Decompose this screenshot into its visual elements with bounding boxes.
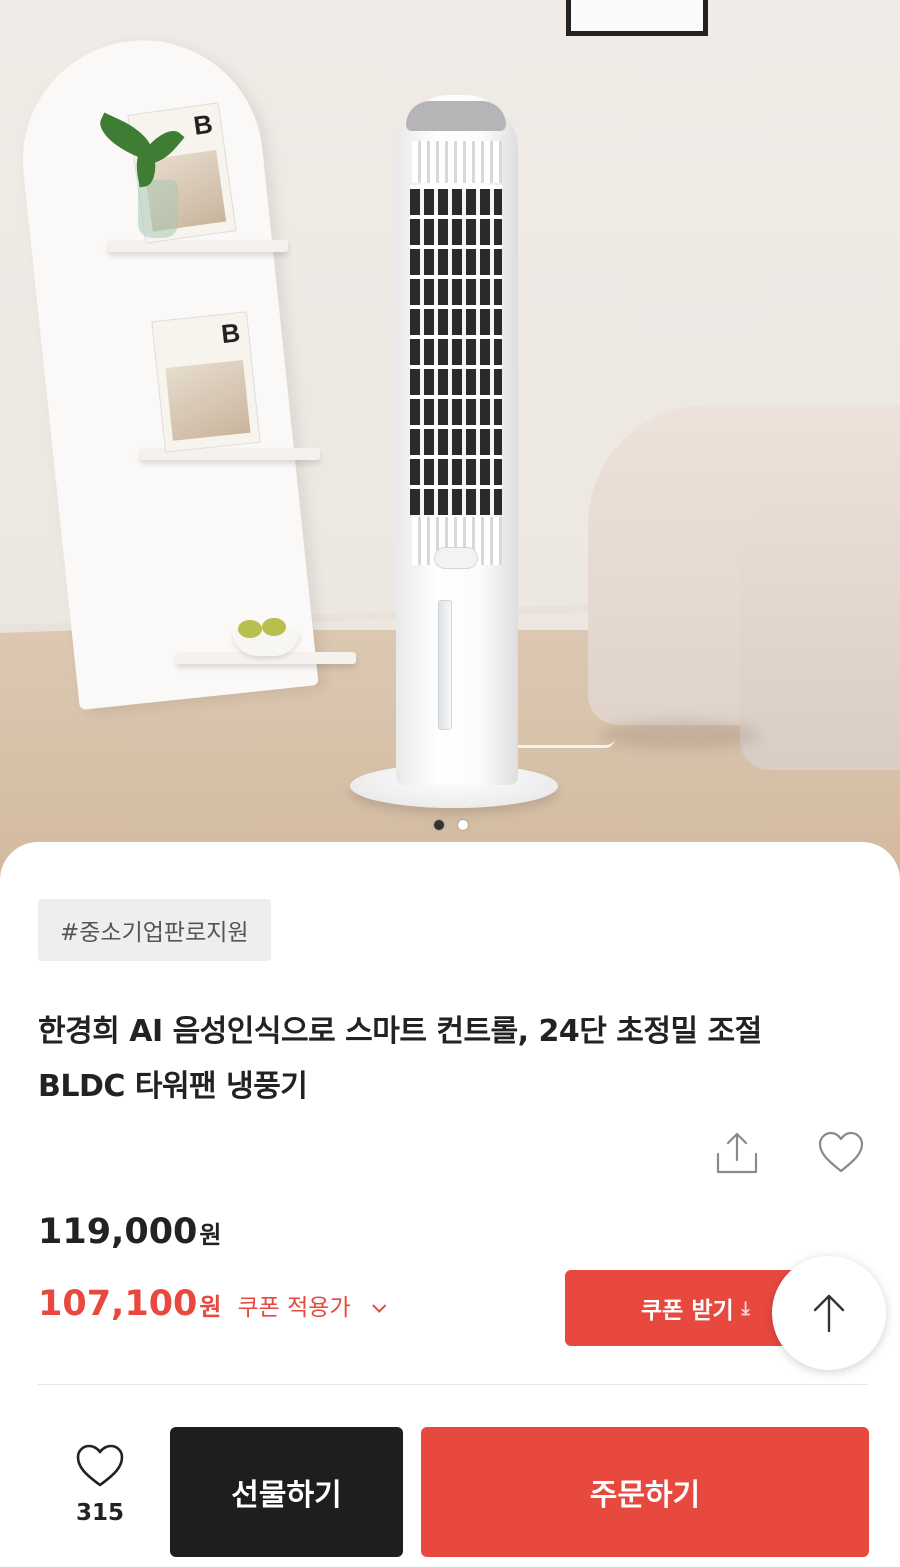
sofa-arm	[740, 480, 900, 770]
currency-unit: 원	[199, 1221, 222, 1249]
fruit	[262, 618, 286, 636]
product-image-gallery[interactable]: B B	[0, 0, 900, 880]
gallery-dot-1[interactable]	[434, 820, 444, 830]
vase	[138, 180, 178, 238]
coupon-note-label: 쿠폰 적용가	[237, 1295, 351, 1321]
heart-icon	[76, 1444, 124, 1487]
original-price: 119,000원	[38, 1212, 222, 1252]
heart-icon[interactable]	[816, 1128, 866, 1178]
order-button[interactable]: 주문하기	[421, 1427, 869, 1557]
wish-count: 315	[75, 1500, 124, 1526]
wall-picture-frame	[566, 0, 708, 36]
fan-grille	[410, 185, 502, 515]
shelf-ledge	[108, 240, 288, 252]
wishlist-button[interactable]: 315	[60, 1442, 140, 1526]
product-title-line-2: BLDC 타워팬 냉풍기	[38, 1069, 308, 1104]
arrow-up-icon	[813, 1294, 845, 1333]
chevron-down-icon	[372, 1298, 387, 1313]
currency-unit: 원	[199, 1293, 222, 1321]
divider	[38, 1384, 868, 1385]
download-icon: ⤓	[741, 1297, 750, 1319]
gallery-pagination	[434, 820, 468, 830]
sale-price-value: 107,100	[38, 1284, 198, 1324]
product-tag[interactable]: #중소기업판로지원	[38, 899, 271, 961]
sale-price-row: 107,100원 쿠폰 적용가	[38, 1284, 387, 1324]
gallery-dot-2[interactable]	[458, 820, 468, 830]
coupon-price-toggle[interactable]: 쿠폰 적용가	[237, 1288, 387, 1322]
magazine: B	[151, 311, 261, 453]
original-price-value: 119,000	[38, 1212, 198, 1252]
tower-fan	[396, 95, 518, 785]
product-title: 한경희 AI 음성인식으로 스마트 컨트롤, 24단 초정밀 조절 BLDC 타…	[38, 1004, 868, 1114]
get-coupon-label: 쿠폰 받기	[641, 1298, 734, 1324]
fan-cable	[515, 738, 615, 748]
fan-knob	[434, 547, 478, 569]
sofa-shadow	[600, 720, 760, 750]
product-info-sheet: #중소기업판로지원 한경희 AI 음성인식으로 스마트 컨트롤, 24단 초정밀…	[0, 842, 900, 1567]
share-icon[interactable]	[712, 1128, 762, 1178]
sale-price: 107,100원	[38, 1284, 222, 1324]
product-title-line-1: 한경희 AI 음성인식으로 스마트 컨트롤, 24단 초정밀 조절	[38, 1014, 762, 1049]
fruit	[238, 620, 262, 638]
fan-control-panel	[406, 101, 506, 131]
gift-button[interactable]: 선물하기	[170, 1427, 403, 1557]
fan-vent	[412, 141, 502, 183]
scroll-to-top-button[interactable]	[772, 1256, 886, 1370]
water-level-window	[438, 600, 452, 730]
